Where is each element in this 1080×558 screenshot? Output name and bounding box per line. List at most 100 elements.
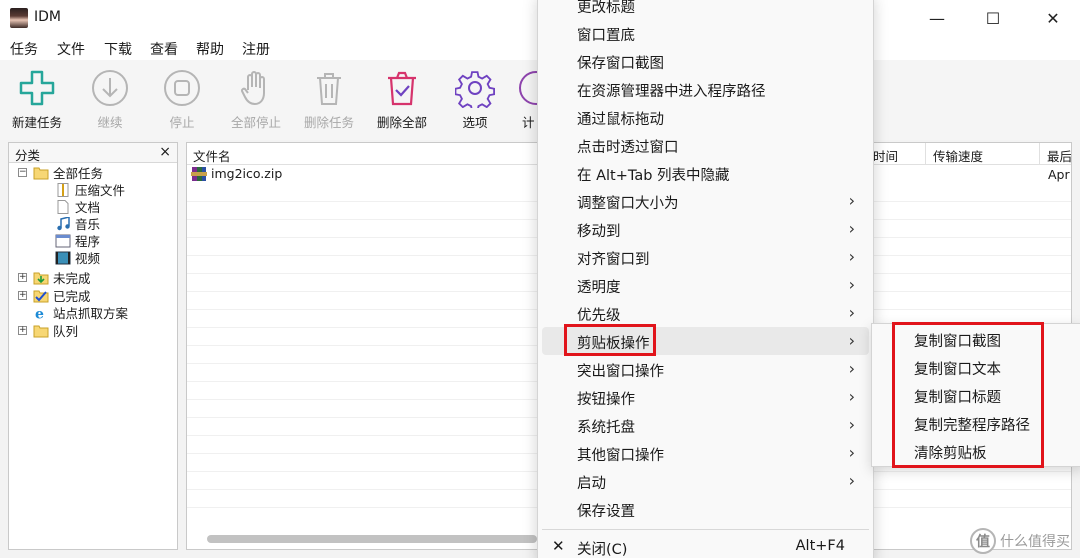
folder-icon bbox=[33, 324, 49, 338]
menu-item-label: 在 Alt+Tab 列表中隐藏 bbox=[577, 168, 730, 184]
menu-item-other-window-actions[interactable]: 其他窗口操作 › bbox=[542, 439, 869, 467]
resume-button[interactable]: 继续 bbox=[75, 64, 145, 138]
menu-item-resize-window[interactable]: 调整窗口大小为 › bbox=[542, 187, 869, 215]
app-icon bbox=[10, 8, 28, 28]
chevron-right-icon: › bbox=[848, 275, 855, 294]
collapse-toggle[interactable]: − bbox=[18, 168, 27, 177]
tree-item-label: 队列 bbox=[53, 324, 79, 339]
tree-item-queue[interactable]: 队列 bbox=[33, 322, 78, 339]
tree-item-documents[interactable]: 文档 bbox=[55, 198, 100, 215]
minimize-button[interactable]: — bbox=[914, 0, 960, 36]
menu-item-send-to-bottom[interactable]: 窗口置底 bbox=[542, 19, 869, 47]
expand-toggle[interactable]: + bbox=[18, 273, 27, 282]
column-filename[interactable]: 文件名 bbox=[193, 146, 231, 165]
download-arrow-icon bbox=[92, 70, 128, 106]
column-divider[interactable] bbox=[925, 143, 926, 165]
menu-item-startup[interactable]: 启动 › bbox=[542, 467, 869, 495]
chevron-right-icon: › bbox=[848, 191, 855, 210]
folder-open-icon bbox=[33, 166, 49, 180]
tree-item-unfinished[interactable]: 未完成 bbox=[33, 269, 91, 286]
menu-item-hide-alt-tab[interactable]: 在 Alt+Tab 列表中隐藏 bbox=[542, 159, 869, 187]
stop-label: 停止 bbox=[169, 115, 195, 130]
menu-item-label: 对齐窗口到 bbox=[577, 252, 650, 268]
category-title: 分类 bbox=[15, 148, 41, 163]
menu-view[interactable]: 查看 bbox=[150, 39, 178, 59]
column-divider[interactable] bbox=[1039, 143, 1040, 165]
stop-button[interactable]: 停止 bbox=[147, 64, 217, 138]
watermark: 值 什么值得买 bbox=[970, 528, 1070, 554]
expand-toggle[interactable]: + bbox=[18, 291, 27, 300]
chevron-right-icon: › bbox=[848, 331, 855, 350]
delete-all-button[interactable]: 删除全部 bbox=[367, 64, 437, 138]
menu-separator bbox=[542, 529, 869, 530]
chevron-right-icon: › bbox=[848, 303, 855, 322]
menu-item-opacity[interactable]: 透明度 › bbox=[542, 271, 869, 299]
tree-item-site-grabber[interactable]: e 站点抓取方案 bbox=[33, 304, 129, 322]
maximize-button[interactable]: ☐ bbox=[970, 0, 1016, 36]
hand-icon bbox=[241, 71, 265, 105]
close-x-icon: ✕ bbox=[552, 537, 565, 555]
new-task-button[interactable]: 新建任务 bbox=[2, 64, 72, 138]
trash-icon bbox=[317, 73, 341, 105]
program-icon bbox=[55, 234, 71, 248]
menu-item-label: 突出窗口操作 bbox=[577, 364, 664, 380]
tree-item-label: 站点抓取方案 bbox=[53, 306, 129, 321]
menu-item-highlight-window[interactable]: 突出窗口操作 › bbox=[542, 355, 869, 383]
menu-file[interactable]: 文件 bbox=[57, 39, 85, 59]
category-close-button[interactable]: × bbox=[159, 144, 171, 160]
stop-all-button[interactable]: 全部停止 bbox=[221, 64, 291, 138]
file-name: img2ico.zip bbox=[211, 166, 283, 181]
menu-item-click-through[interactable]: 点击时透过窗口 bbox=[542, 131, 869, 159]
resume-label: 继续 bbox=[97, 115, 123, 130]
tree-item-label: 视频 bbox=[75, 251, 101, 266]
menu-item-close[interactable]: ✕ 关闭(C) Alt+F4 bbox=[542, 533, 869, 558]
new-task-label: 新建任务 bbox=[11, 115, 62, 130]
tree-item-video[interactable]: 视频 bbox=[55, 249, 100, 266]
delete-task-button[interactable]: 删除任务 bbox=[294, 64, 364, 138]
menu-item-label: 系统托盘 bbox=[577, 420, 635, 436]
horizontal-scrollbar[interactable] bbox=[207, 535, 537, 543]
menu-item-label: 按钮操作 bbox=[577, 392, 635, 408]
document-icon bbox=[55, 199, 71, 214]
tree-item-label: 未完成 bbox=[53, 271, 91, 286]
menu-task[interactable]: 任务 bbox=[10, 39, 38, 59]
watermark-logo: 值 bbox=[970, 528, 996, 554]
column-time[interactable]: 时间 bbox=[873, 146, 898, 165]
menu-item-label: 移动到 bbox=[577, 224, 621, 240]
menu-item-save-settings[interactable]: 保存设置 bbox=[542, 495, 869, 523]
music-icon bbox=[55, 215, 71, 231]
close-window-button[interactable]: ✕ bbox=[1030, 0, 1076, 36]
delete-all-label: 删除全部 bbox=[376, 115, 427, 130]
menu-item-label: 窗口置底 bbox=[577, 28, 635, 44]
menu-item-open-program-path[interactable]: 在资源管理器中进入程序路径 bbox=[542, 75, 869, 103]
menu-item-label: 其他窗口操作 bbox=[577, 448, 664, 464]
menu-help[interactable]: 帮助 bbox=[196, 39, 224, 59]
tree-item-all[interactable]: 全部任务 bbox=[33, 164, 103, 181]
menu-item-align-window[interactable]: 对齐窗口到 › bbox=[542, 243, 869, 271]
menu-item-system-tray[interactable]: 系统托盘 › bbox=[542, 411, 869, 439]
tree-item-finished[interactable]: 已完成 bbox=[33, 287, 91, 304]
column-speed[interactable]: 传输速度 bbox=[933, 146, 983, 165]
column-last[interactable]: 最后 bbox=[1047, 146, 1071, 165]
menu-item-label: 通过鼠标拖动 bbox=[577, 112, 664, 128]
tree-item-programs[interactable]: 程序 bbox=[55, 232, 100, 249]
menu-item-save-screenshot[interactable]: 保存窗口截图 bbox=[542, 47, 869, 75]
menu-item-label: 在资源管理器中进入程序路径 bbox=[577, 84, 766, 100]
menu-download[interactable]: 下载 bbox=[104, 39, 132, 59]
menu-item-label: 调整窗口大小为 bbox=[577, 196, 679, 212]
menu-item-button-actions[interactable]: 按钮操作 › bbox=[542, 383, 869, 411]
archive-icon bbox=[55, 182, 71, 197]
ie-icon: e bbox=[33, 306, 49, 322]
menu-register[interactable]: 注册 bbox=[242, 39, 270, 59]
menu-item-mouse-drag[interactable]: 通过鼠标拖动 bbox=[542, 103, 869, 131]
menu-item-priority[interactable]: 优先级 › bbox=[542, 299, 869, 327]
tree-item-archive[interactable]: 压缩文件 bbox=[55, 181, 125, 198]
tree-item-music[interactable]: 音乐 bbox=[55, 215, 100, 232]
scheduler-button[interactable]: 计 bbox=[500, 64, 540, 138]
menu-item-move-to[interactable]: 移动到 › bbox=[542, 215, 869, 243]
window-title: IDM bbox=[34, 9, 61, 25]
menu-item-change-title[interactable]: 更改标题 bbox=[542, 0, 869, 19]
menu-item-label: 保存窗口截图 bbox=[577, 56, 664, 72]
file-last-date: Apr bbox=[1048, 167, 1070, 182]
expand-toggle[interactable]: + bbox=[18, 326, 27, 335]
